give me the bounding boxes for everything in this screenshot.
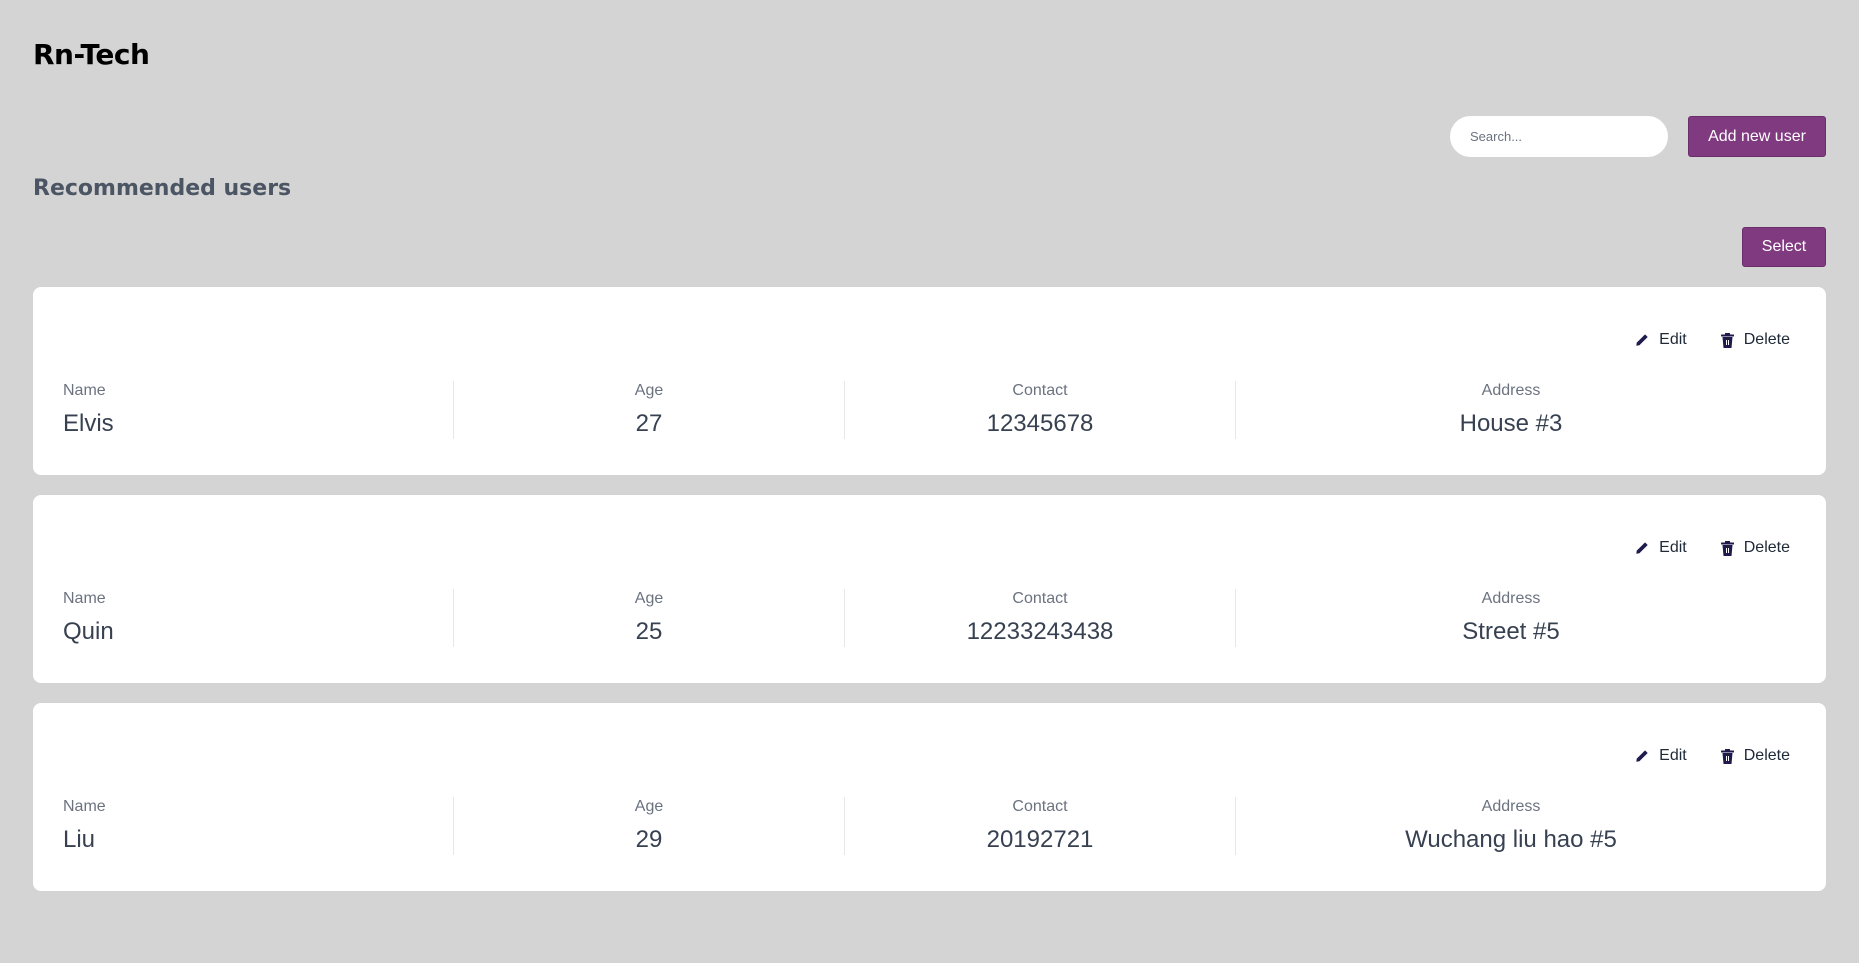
contact-value: 12233243438 <box>966 618 1114 645</box>
contact-value: 20192721 <box>986 826 1094 853</box>
card-actions: Edit Delete <box>1635 539 1790 557</box>
pencil-icon <box>1635 749 1649 763</box>
age-value: 25 <box>635 618 663 645</box>
name-field: Name Elvis <box>33 381 453 439</box>
age-value: 29 <box>635 826 663 853</box>
edit-button[interactable]: Edit <box>1635 539 1687 557</box>
address-value: House #3 <box>1459 410 1563 437</box>
section-title: Recommended users <box>33 176 292 201</box>
edit-label: Edit <box>1659 539 1687 556</box>
user-fields: Name Quin Age 25 Contact 12233243438 Add… <box>33 589 1826 647</box>
pencil-icon <box>1635 333 1649 347</box>
delete-label: Delete <box>1743 747 1790 764</box>
card-actions: Edit Delete <box>1635 331 1790 349</box>
trash-icon <box>1720 540 1734 556</box>
age-field: Age 29 <box>453 797 844 855</box>
trash-icon <box>1720 332 1734 348</box>
delete-button[interactable]: Delete <box>1720 539 1790 557</box>
name-label: Name <box>63 590 106 607</box>
user-card: Edit Delete Name Quin Age 25 Contact 122… <box>33 495 1826 683</box>
trash-icon <box>1720 748 1734 764</box>
delete-label: Delete <box>1743 331 1790 348</box>
address-value: Wuchang liu hao #5 <box>1405 826 1617 853</box>
age-label: Age <box>634 798 664 815</box>
address-label: Address <box>1481 590 1541 607</box>
age-field: Age 27 <box>453 381 844 439</box>
age-label: Age <box>634 590 664 607</box>
user-card: Edit Delete Name Liu Age 29 Contact 2019… <box>33 703 1826 891</box>
contact-field: Contact 12345678 <box>844 381 1235 439</box>
name-field: Name Liu <box>33 797 453 855</box>
user-list: Edit Delete Name Elvis Age 27 Contact 12… <box>33 287 1826 891</box>
delete-label: Delete <box>1743 539 1790 556</box>
edit-button[interactable]: Edit <box>1635 747 1687 765</box>
card-actions: Edit Delete <box>1635 747 1790 765</box>
contact-label: Contact <box>1012 798 1068 815</box>
contact-value: 12345678 <box>986 410 1094 437</box>
age-value: 27 <box>635 410 663 437</box>
brand-title: Rn-Tech <box>33 38 150 71</box>
contact-field: Contact 12233243438 <box>844 589 1235 647</box>
name-value: Liu <box>63 826 96 853</box>
age-field: Age 25 <box>453 589 844 647</box>
delete-button[interactable]: Delete <box>1720 747 1790 765</box>
delete-button[interactable]: Delete <box>1720 331 1790 349</box>
contact-label: Contact <box>1012 382 1068 399</box>
name-field: Name Quin <box>33 589 453 647</box>
user-card: Edit Delete Name Elvis Age 27 Contact 12… <box>33 287 1826 475</box>
contact-label: Contact <box>1012 590 1068 607</box>
address-field: Address House #3 <box>1235 381 1826 439</box>
user-fields: Name Liu Age 29 Contact 20192721 Address… <box>33 797 1826 855</box>
address-label: Address <box>1481 382 1541 399</box>
toolbar: Add new user <box>1450 116 1826 157</box>
age-label: Age <box>634 382 664 399</box>
address-label: Address <box>1481 798 1541 815</box>
name-label: Name <box>63 798 106 815</box>
name-value: Quin <box>63 618 114 645</box>
address-field: Address Wuchang liu hao #5 <box>1235 797 1826 855</box>
name-value: Elvis <box>63 410 114 437</box>
edit-label: Edit <box>1659 331 1687 348</box>
pencil-icon <box>1635 541 1649 555</box>
add-new-user-button[interactable]: Add new user <box>1688 116 1826 157</box>
search-input[interactable] <box>1450 116 1668 157</box>
name-label: Name <box>63 382 106 399</box>
select-button[interactable]: Select <box>1742 227 1826 267</box>
user-fields: Name Elvis Age 27 Contact 12345678 Addre… <box>33 381 1826 439</box>
page: Rn-Tech Add new user Recommended users S… <box>0 0 1859 963</box>
address-field: Address Street #5 <box>1235 589 1826 647</box>
address-value: Street #5 <box>1462 618 1560 645</box>
contact-field: Contact 20192721 <box>844 797 1235 855</box>
edit-button[interactable]: Edit <box>1635 331 1687 349</box>
edit-label: Edit <box>1659 747 1687 764</box>
